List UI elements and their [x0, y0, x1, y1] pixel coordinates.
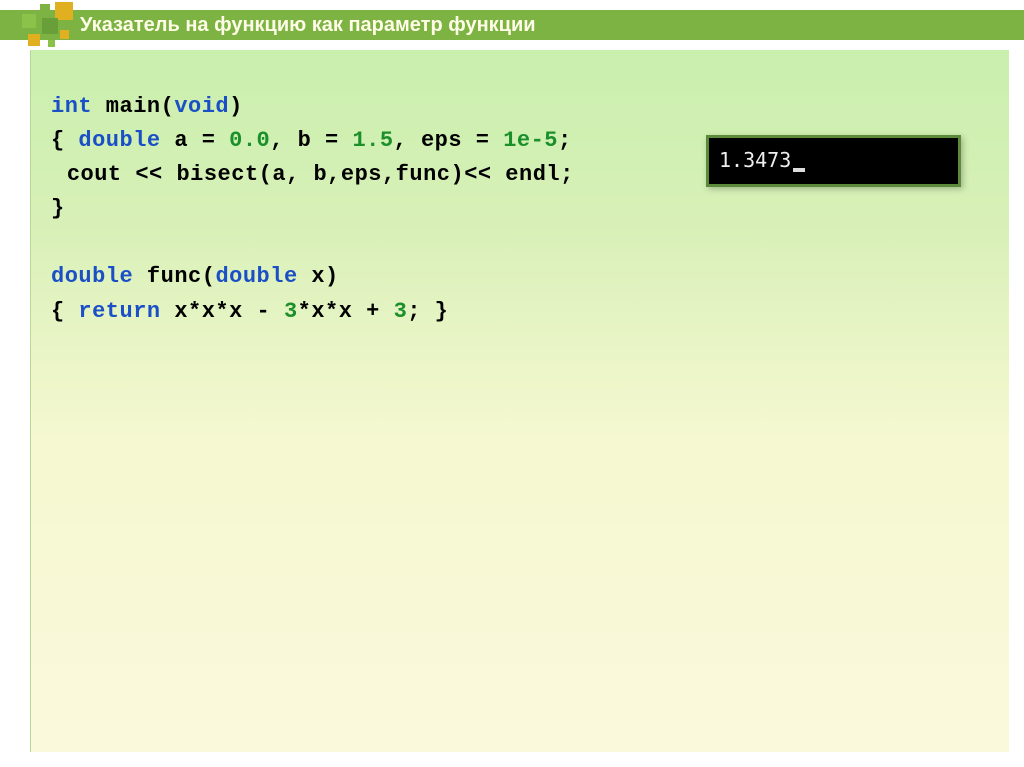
console-output: 1.3473 — [706, 135, 961, 187]
square-icon — [10, 26, 20, 36]
square-icon — [42, 18, 58, 34]
code-text: ) — [229, 94, 243, 119]
console-inner: 1.3473 — [715, 146, 952, 178]
code-text: x*x*x - — [161, 299, 284, 324]
code-text: x) — [298, 264, 339, 289]
square-icon — [22, 14, 36, 28]
square-icon — [60, 30, 69, 39]
keyword: double — [215, 264, 297, 289]
keyword: int — [51, 94, 92, 119]
code-text: { — [51, 299, 78, 324]
number-literal: 0.0 — [229, 128, 270, 153]
cursor-icon — [793, 168, 805, 172]
code-blank-line — [51, 226, 989, 260]
keyword: void — [174, 94, 229, 119]
slide: Указатель на функцию как параметр функци… — [0, 0, 1024, 767]
code-text: , eps = — [394, 128, 504, 153]
corner-decoration — [10, 0, 75, 50]
slide-title: Указатель на функцию как параметр функци… — [80, 14, 536, 37]
header-bar: Указатель на функцию как параметр функци… — [0, 10, 1024, 40]
code-line: double func(double x) — [51, 260, 989, 294]
code-line: int main(void) — [51, 90, 989, 124]
square-icon — [28, 34, 40, 46]
code-text: cout << bisect(a, b,eps,func)<< endl; — [67, 162, 574, 187]
code-text: *x*x + — [298, 299, 394, 324]
code-text: func( — [133, 264, 215, 289]
code-line: } — [51, 192, 989, 226]
code-text: main( — [92, 94, 174, 119]
code-text: } — [51, 196, 65, 221]
code-text: { — [51, 128, 78, 153]
keyword: double — [78, 128, 160, 153]
number-literal: 1e-5 — [503, 128, 558, 153]
code-line: { return x*x*x - 3*x*x + 3; } — [51, 295, 989, 329]
keyword: double — [51, 264, 133, 289]
code-text: ; — [558, 128, 572, 153]
code-block: int main(void) { double a = 0.0, b = 1.5… — [51, 90, 989, 329]
content-area: int main(void) { double a = 0.0, b = 1.5… — [30, 50, 1009, 752]
square-icon — [40, 4, 50, 14]
number-literal: 3 — [394, 299, 408, 324]
keyword: return — [78, 299, 160, 324]
square-icon — [48, 40, 55, 47]
code-text: ; } — [407, 299, 448, 324]
console-value: 1.3473 — [719, 148, 791, 172]
code-text: , b = — [270, 128, 352, 153]
number-literal: 1.5 — [352, 128, 393, 153]
code-text: a = — [161, 128, 230, 153]
number-literal: 3 — [284, 299, 298, 324]
